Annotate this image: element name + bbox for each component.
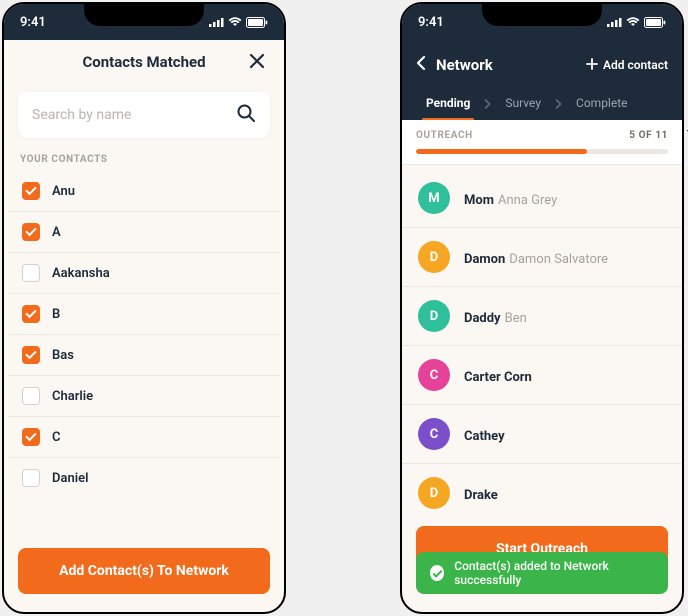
network-row[interactable]: D Damon Damon Salvatore [402, 228, 682, 287]
contact-name: Mom [464, 193, 494, 208]
contact-name: Anu [52, 184, 75, 199]
battery-icon [644, 17, 666, 28]
search-container [4, 84, 284, 144]
cta-container: Add Contact(s) To Network [18, 548, 270, 594]
notch [84, 2, 204, 26]
success-toast: Contact(s) added to Network successfully [416, 552, 668, 594]
contact-name: Daniel [52, 471, 88, 486]
contact-name: Aakansha [52, 266, 110, 281]
chevron-right-icon [551, 99, 566, 109]
contact-row[interactable]: C [8, 417, 280, 458]
check-circle-icon [430, 565, 444, 581]
network-row[interactable]: C Carter Corn [402, 346, 682, 405]
tab-complete[interactable]: Complete [566, 88, 638, 120]
network-row[interactable]: C Cathey [402, 405, 682, 464]
network-list: M Mom Anna Grey D Damon Damon Salvatore D Daddy… [402, 165, 682, 526]
contact-checkbox[interactable] [22, 346, 40, 364]
signal-icon [209, 17, 224, 27]
close-icon[interactable] [248, 52, 266, 74]
status-time: 9:41 [20, 15, 46, 30]
search-input[interactable] [32, 107, 228, 123]
signal-icon [607, 17, 622, 27]
toast-message: Contact(s) added to Network successfully [454, 559, 654, 587]
contact-row[interactable]: Bas [8, 335, 280, 376]
contact-checkbox[interactable] [22, 387, 40, 405]
nav-title: Network [436, 56, 493, 74]
network-row[interactable]: D Drake [402, 464, 682, 522]
contact-row[interactable]: Charlie [8, 376, 280, 417]
avatar: C [418, 418, 450, 450]
status-time: 9:41 [418, 15, 444, 30]
add-contact-label: Add contact [603, 58, 668, 72]
contact-checkbox[interactable] [22, 305, 40, 323]
contact-checkbox[interactable] [22, 264, 40, 282]
contact-name: A [52, 225, 61, 240]
contact-name: Bas [52, 348, 74, 363]
progress-fill [416, 149, 587, 154]
battery-icon [246, 17, 268, 28]
section-label-your-contacts: YOUR CONTACTS [4, 144, 284, 171]
back-icon[interactable] [416, 55, 426, 75]
contact-name: Damon [464, 252, 505, 267]
contact-row[interactable]: Daniel [8, 458, 280, 498]
tabs: Pending Survey Complete [416, 88, 668, 120]
contact-name: C [52, 430, 61, 445]
contact-checkbox[interactable] [22, 428, 40, 446]
screen-network: 9:41 Network Add contact Pending Survey [400, 2, 684, 614]
outreach-count: 5 OF 11 [629, 130, 668, 141]
contact-row[interactable]: Anu [8, 171, 280, 212]
contact-subtext: Damon Salvatore [509, 252, 608, 267]
status-bar: 9:41 [402, 4, 682, 40]
contact-subtext: Anna Grey [498, 193, 557, 208]
search-icon [236, 103, 256, 127]
add-contact-button[interactable]: Add contact [586, 58, 668, 73]
contact-name: Cathey [464, 429, 505, 444]
status-icons [209, 17, 268, 28]
network-row[interactable]: D Daddy Ben [402, 287, 682, 346]
contact-list: Anu A Aakansha B Bas Charlie C Daniel [4, 171, 284, 498]
tab-survey[interactable]: Survey [495, 88, 551, 120]
nav-bar: Network Add contact Pending Survey Compl… [402, 40, 682, 120]
contact-checkbox[interactable] [22, 182, 40, 200]
outreach-progress: OUTREACH 5 OF 11 [402, 120, 682, 165]
outreach-label: OUTREACH [416, 130, 473, 141]
notch [482, 2, 602, 26]
contact-name: Drake [464, 488, 498, 503]
modal-title: Contacts Matched [82, 53, 205, 71]
contact-name: Carter Corn [464, 370, 532, 385]
search-field[interactable] [18, 92, 270, 138]
contact-name: Charlie [52, 389, 93, 404]
chevron-right-icon [480, 99, 495, 109]
modal-header: Contacts Matched [4, 40, 284, 84]
contact-checkbox[interactable] [22, 223, 40, 241]
progress-bar [416, 149, 668, 154]
contact-checkbox[interactable] [22, 469, 40, 487]
annotation-arrow-icon: ↔ [684, 120, 688, 137]
network-row[interactable]: M Mom Anna Grey [402, 169, 682, 228]
add-to-network-button[interactable]: Add Contact(s) To Network [18, 548, 270, 594]
avatar: D [418, 300, 450, 332]
avatar: M [418, 182, 450, 214]
avatar: C [418, 359, 450, 391]
contact-subtext: Ben [505, 311, 527, 326]
plus-icon [586, 58, 598, 73]
wifi-icon [626, 17, 640, 27]
contact-row[interactable]: Aakansha [8, 253, 280, 294]
status-bar: 9:41 [4, 4, 284, 40]
contact-row[interactable]: B [8, 294, 280, 335]
wifi-icon [228, 17, 242, 27]
contact-name: B [52, 307, 60, 322]
contact-name: Daddy [464, 311, 501, 326]
screen-contacts-matched: 9:41 Contacts Matched YOUR CONTACTS AnuA… [2, 2, 286, 614]
status-icons [607, 17, 666, 28]
tab-pending[interactable]: Pending [416, 88, 480, 120]
contact-row[interactable]: A [8, 212, 280, 253]
avatar: D [418, 241, 450, 273]
avatar: D [418, 477, 450, 509]
